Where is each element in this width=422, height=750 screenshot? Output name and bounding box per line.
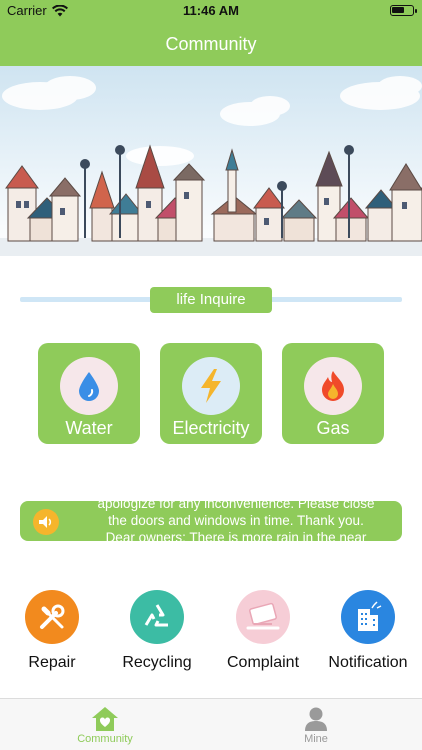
complaint-label: Complaint: [226, 654, 300, 671]
section-header: life Inquire: [20, 287, 402, 313]
recycling-button[interactable]: Recycling: [107, 590, 207, 672]
tab-mine[interactable]: Mine: [271, 705, 361, 745]
notice-text: apologize for any inconvenience. Please …: [78, 501, 394, 541]
complaint-icon: [236, 590, 290, 644]
water-label: Water: [65, 418, 113, 438]
notice-bar[interactable]: apologize for any inconvenience. Please …: [20, 501, 402, 541]
water-drop-icon: [60, 357, 118, 415]
section-title: life Inquire: [150, 287, 272, 313]
repair-button[interactable]: Repair: [2, 590, 102, 672]
tab-community[interactable]: Community: [60, 705, 150, 745]
complaint-button[interactable]: Complaint: [213, 590, 313, 672]
repair-label: Repair: [28, 654, 76, 671]
recycle-icon: [130, 590, 184, 644]
notice-line: the doors and windows in time. Thank you…: [108, 513, 364, 528]
tab-mine-label: Mine: [304, 733, 328, 745]
water-tile[interactable]: Water: [38, 343, 140, 444]
flame-icon: [304, 357, 362, 415]
notice-line: apologize for any inconvenience. Please …: [97, 501, 375, 511]
building-icon: [341, 590, 395, 644]
page-title: Community: [165, 34, 257, 54]
notice-line: Dear owners: There is more rain in the n…: [105, 530, 367, 541]
nav-bar: Community: [0, 22, 422, 66]
town-illustration: [0, 76, 422, 256]
tab-bar: Community Mine: [0, 698, 422, 750]
battery-icon: [390, 5, 417, 16]
gas-tile[interactable]: Gas: [282, 343, 384, 444]
home-heart-icon: [60, 705, 150, 733]
speaker-icon: [33, 509, 59, 535]
electricity-label: Electricity: [172, 418, 250, 438]
banner-image: [0, 66, 422, 256]
tab-community-label: Community: [77, 733, 133, 745]
user-icon: [271, 705, 361, 733]
recycling-label: Recycling: [122, 654, 192, 671]
notification-label: Notification: [328, 654, 408, 671]
gas-label: Gas: [316, 418, 350, 438]
status-time: 11:46 AM: [183, 3, 239, 18]
wrench-screwdriver-icon: [25, 590, 79, 644]
notification-button[interactable]: Notification: [318, 590, 418, 672]
lightning-icon: [182, 357, 240, 415]
status-bar: Carrier 11:46 AM: [0, 0, 422, 22]
electricity-tile[interactable]: Electricity: [160, 343, 262, 444]
